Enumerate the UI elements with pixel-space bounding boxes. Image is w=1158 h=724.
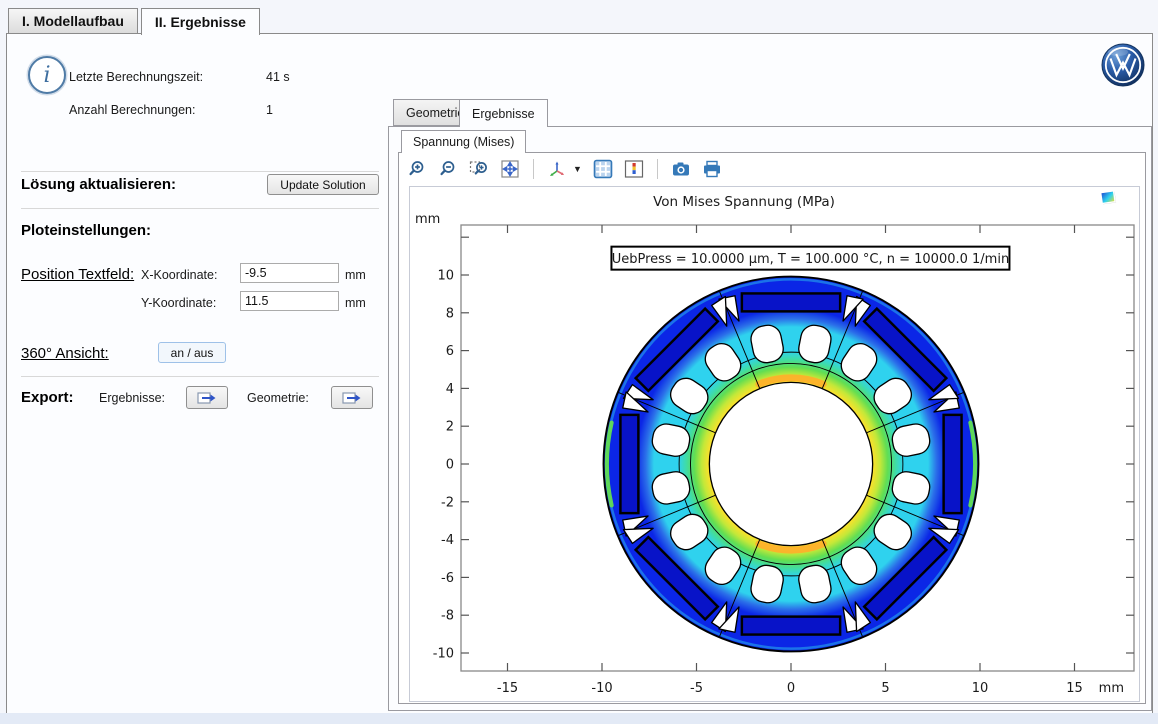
export-geometry-label: Geometrie: [247, 391, 309, 405]
svg-text:-2: -2 [441, 495, 454, 510]
svg-text:-10: -10 [591, 681, 612, 696]
plot-panel: ▼ [398, 152, 1146, 704]
svg-text:mm: mm [1099, 681, 1124, 696]
y-coordinate-input[interactable] [240, 291, 339, 311]
print-icon[interactable] [702, 159, 722, 179]
snapshot-icon[interactable] [671, 159, 691, 179]
y-coordinate-label: Y-Koordinate: [141, 296, 216, 310]
calc-count-label: Anzahl Berechnungen: [69, 103, 195, 117]
update-solution-button[interactable]: Update Solution [267, 174, 379, 195]
toolbar-separator [533, 159, 534, 179]
x-coordinate-input[interactable] [240, 263, 339, 283]
svg-text:UebPress = 10.0000 μm, T = 100: UebPress = 10.0000 μm, T = 100.000 °C, n… [612, 252, 1010, 267]
svg-text:5: 5 [881, 681, 889, 696]
svg-text:-4: -4 [441, 533, 454, 548]
svg-text:4: 4 [446, 382, 454, 397]
last-calc-time-value: 41 s [266, 70, 290, 84]
view-360-label: 360° Ansicht: [21, 345, 109, 362]
y-unit-label: mm [345, 296, 366, 310]
view-orientation-dropdown-arrow[interactable]: ▼ [573, 164, 582, 174]
tab-content: i Letzte Berechnungszeit: 41 s Anzahl Be… [6, 33, 1153, 714]
divider [21, 171, 379, 172]
von-mises-plot: -15 -10 -5 0 5 10 15 10 8 6 4 2 0 -2 -4 -6 -8 -10 mm mm Von … [410, 187, 1139, 701]
grid-icon[interactable] [593, 159, 613, 179]
view-orientation-icon[interactable] [547, 159, 567, 179]
plot-thumbnail-icon[interactable] [1099, 189, 1119, 207]
position-textfield-label: Position Textfeld: [21, 266, 134, 283]
export-results-button[interactable] [186, 386, 228, 409]
tab-ergebnisse-inner[interactable]: Ergebnisse [459, 99, 548, 127]
last-calc-time-label: Letzte Berechnungszeit: [69, 70, 203, 84]
window-bottom-strip [0, 713, 1158, 724]
x-unit-label: mm [345, 268, 366, 282]
zoom-box-icon[interactable] [469, 159, 489, 179]
zoom-extents-icon[interactable] [500, 159, 520, 179]
plot-settings-heading: Ploteinstellungen: [21, 222, 151, 239]
x-coordinate-label: X-Koordinate: [141, 268, 217, 282]
svg-text:mm: mm [415, 212, 440, 227]
tab-modellaufbau[interactable]: I. Modellaufbau [8, 8, 138, 34]
view-360-toggle-button[interactable]: an / aus [158, 342, 226, 363]
tab-ergebnisse[interactable]: II. Ergebnisse [141, 8, 260, 35]
update-solution-label: Lösung aktualisieren: [21, 176, 176, 193]
zoom-in-icon[interactable] [407, 159, 427, 179]
export-icon [342, 391, 362, 405]
export-results-label: Ergebnisse: [99, 391, 165, 405]
export-heading: Export: [21, 389, 74, 406]
svg-text:0: 0 [787, 681, 795, 696]
tab-spannung-mises[interactable]: Spannung (Mises) [401, 130, 526, 153]
svg-text:-15: -15 [497, 681, 518, 696]
svg-text:Von Mises Spannung (MPa): Von Mises Spannung (MPa) [653, 194, 835, 210]
zoom-out-icon[interactable] [438, 159, 458, 179]
info-icon: i [28, 56, 66, 94]
svg-text:0: 0 [446, 458, 454, 473]
vw-logo [1101, 43, 1145, 87]
svg-text:10: 10 [437, 269, 454, 284]
divider [21, 376, 379, 377]
svg-text:10: 10 [972, 681, 989, 696]
svg-text:15: 15 [1066, 681, 1083, 696]
export-icon [197, 391, 217, 405]
results-subwindow: Geometrie Ergebnisse Spannung (Mises) [388, 99, 1158, 717]
results-group-box: Spannung (Mises) [388, 126, 1152, 711]
plot-toolbar: ▼ [407, 156, 722, 182]
svg-text:-5: -5 [690, 681, 703, 696]
export-geometry-button[interactable] [331, 386, 373, 409]
calc-count-value: 1 [266, 103, 273, 117]
toolbar-separator [657, 159, 658, 179]
svg-text:-10: -10 [433, 647, 454, 662]
svg-text:2: 2 [446, 420, 454, 435]
svg-text:-6: -6 [441, 571, 454, 586]
plot-graphics-area[interactable]: -15 -10 -5 0 5 10 15 10 8 6 4 2 0 -2 -4 -6 -8 -10 mm mm Von … [409, 186, 1140, 702]
svg-text:6: 6 [446, 344, 454, 359]
divider [21, 208, 379, 209]
app-window: I. Modellaufbau II. Ergebnisse i Letzte … [0, 0, 1158, 724]
svg-text:-8: -8 [441, 609, 454, 624]
main-tab-bar: I. Modellaufbau II. Ergebnisse [8, 8, 263, 35]
svg-text:8: 8 [446, 306, 454, 321]
color-legend-icon[interactable] [624, 159, 644, 179]
